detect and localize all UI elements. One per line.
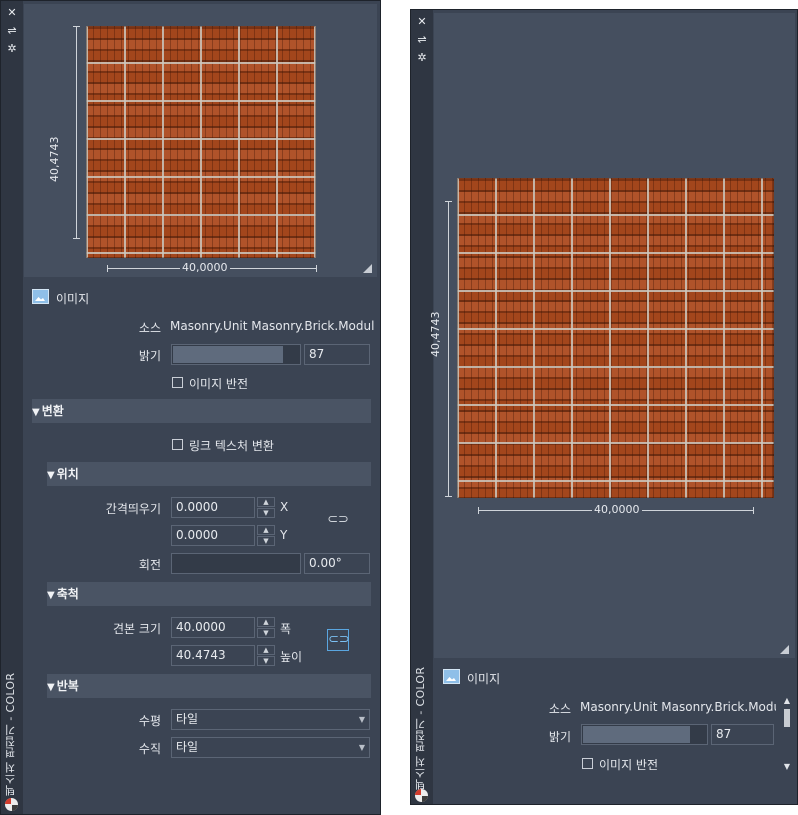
brightness-label: 밝기 bbox=[138, 349, 161, 363]
panel-title-bar[interactable]: ✕ ⇌ ✲ 텍스처 편집기 - COLOR bbox=[1, 1, 23, 814]
brightness-input[interactable]: 87 bbox=[304, 344, 370, 365]
rotation-input[interactable]: 0.00° bbox=[304, 553, 370, 574]
pin-icon[interactable]: ⇌ bbox=[416, 34, 428, 46]
brightness-slider[interactable] bbox=[581, 724, 708, 745]
gear-icon[interactable]: ✲ bbox=[416, 52, 428, 64]
brick-texture-image[interactable] bbox=[86, 26, 316, 258]
source-value[interactable]: Masonry.Unit Masonry.Brick.Modular. bbox=[170, 319, 374, 333]
vertical-repeat-label: 수직 bbox=[138, 742, 161, 756]
pin-icon[interactable]: ⇌ bbox=[6, 25, 18, 37]
chain-link-icon[interactable]: ⊂⊃ bbox=[327, 629, 350, 651]
offset-x-spinner[interactable]: ▲ ▼ bbox=[257, 497, 275, 518]
brightness-label: 밝기 bbox=[548, 730, 571, 744]
app-logo-icon bbox=[5, 798, 18, 811]
sample-width-axis-label: 폭 bbox=[280, 622, 292, 636]
height-dimension-label: 40,4743 bbox=[429, 311, 442, 358]
invert-image-label: 이미지 반전 bbox=[599, 758, 659, 772]
brick-texture-image[interactable] bbox=[457, 178, 774, 498]
close-icon[interactable]: ✕ bbox=[416, 16, 428, 28]
offset-x-axis-label: X bbox=[280, 500, 289, 514]
close-icon[interactable]: ✕ bbox=[6, 7, 18, 19]
sample-width-spinner[interactable]: ▲ ▼ bbox=[257, 617, 275, 638]
collapse-triangle-icon: ▼ bbox=[47, 470, 55, 481]
texture-editor-panel-left: ✕ ⇌ ✲ 텍스처 편집기 - COLOR 40,4743 40,0000 이미… bbox=[0, 0, 381, 815]
chevron-down-icon: ▼ bbox=[358, 743, 365, 752]
image-icon bbox=[32, 289, 49, 304]
brightness-slider-fill bbox=[583, 726, 690, 743]
source-value[interactable]: Masonry.Unit Masonry.Brick.Modula bbox=[580, 700, 776, 714]
horizontal-repeat-select[interactable]: 타일 ▼ bbox=[171, 709, 370, 730]
collapse-triangle-icon: ▼ bbox=[32, 407, 40, 418]
invert-image-label: 이미지 반전 bbox=[189, 377, 249, 391]
chevron-down-icon: ▼ bbox=[358, 715, 365, 724]
panel-title: 텍스처 편집기 - COLOR bbox=[4, 672, 17, 796]
invert-image-checkbox[interactable] bbox=[172, 377, 183, 388]
rotation-slider[interactable] bbox=[171, 553, 301, 574]
texture-preview: 40,4743 40,0000 bbox=[429, 13, 795, 658]
offset-y-spinner[interactable]: ▲ ▼ bbox=[257, 525, 275, 546]
rotation-label: 회전 bbox=[138, 558, 161, 572]
scroll-up-icon[interactable]: ▲ bbox=[782, 696, 792, 705]
sample-height-axis-label: 높이 bbox=[280, 650, 303, 664]
width-dimension-label: 40,0000 bbox=[592, 503, 642, 516]
image-icon bbox=[443, 669, 460, 684]
panel-title-bar[interactable]: ✕ ⇌ ✲ 텍스처 편집기 - COLOR bbox=[411, 10, 433, 804]
section-transform[interactable]: ▼ 변환 bbox=[32, 399, 371, 423]
panel-title: 텍스처 편집기 - COLOR bbox=[414, 666, 427, 790]
horizontal-repeat-label: 수평 bbox=[138, 714, 161, 728]
section-repeat[interactable]: ▼ 반복 bbox=[47, 674, 371, 698]
invert-image-checkbox[interactable] bbox=[582, 758, 593, 769]
collapse-triangle-icon: ▼ bbox=[47, 590, 55, 601]
gear-icon[interactable]: ✲ bbox=[6, 43, 18, 55]
sample-height-spinner[interactable]: ▲ ▼ bbox=[257, 645, 275, 666]
image-section-heading: 이미지 bbox=[467, 672, 501, 686]
source-label: 소스 bbox=[138, 321, 161, 335]
sample-size-label: 견본 크기 bbox=[113, 622, 161, 636]
properties-scrollbar[interactable]: ▲ ▼ bbox=[782, 696, 792, 772]
resize-grip-icon[interactable] bbox=[780, 645, 789, 654]
texture-preview: 40,4743 40,0000 bbox=[24, 4, 377, 277]
link-texture-transform-checkbox[interactable] bbox=[172, 439, 183, 450]
app-logo-icon bbox=[415, 789, 428, 802]
source-label: 소스 bbox=[548, 702, 571, 716]
section-position[interactable]: ▼ 위치 bbox=[47, 462, 371, 486]
image-section-heading: 이미지 bbox=[56, 292, 90, 306]
brightness-slider-fill bbox=[173, 346, 283, 363]
chain-link-icon[interactable]: ⊂⊃ bbox=[327, 510, 349, 532]
offset-y-input[interactable]: 0.0000 bbox=[171, 525, 255, 546]
offset-label: 간격띄우기 bbox=[105, 502, 161, 516]
offset-y-axis-label: Y bbox=[280, 528, 288, 542]
sample-height-input[interactable]: 40.4743 bbox=[171, 645, 255, 666]
sample-width-input[interactable]: 40.0000 bbox=[171, 617, 255, 638]
scroll-thumb[interactable] bbox=[784, 709, 790, 727]
link-texture-transform-label: 링크 텍스처 변환 bbox=[189, 439, 274, 453]
brightness-slider[interactable] bbox=[171, 344, 301, 365]
width-dimension-label: 40,0000 bbox=[180, 261, 230, 274]
texture-editor-panel-right: ✕ ⇌ ✲ 텍스처 편집기 - COLOR 40,4743 40,0000 이미… bbox=[410, 9, 798, 805]
scroll-down-icon[interactable]: ▼ bbox=[782, 762, 792, 771]
height-dimension-label: 40,4743 bbox=[48, 136, 61, 183]
section-scale[interactable]: ▼ 축척 bbox=[47, 582, 371, 606]
brightness-input[interactable]: 87 bbox=[711, 724, 774, 745]
offset-x-input[interactable]: 0.0000 bbox=[171, 497, 255, 518]
collapse-triangle-icon: ▼ bbox=[47, 682, 55, 693]
vertical-repeat-select[interactable]: 타일 ▼ bbox=[171, 737, 370, 758]
resize-grip-icon[interactable] bbox=[363, 264, 372, 273]
